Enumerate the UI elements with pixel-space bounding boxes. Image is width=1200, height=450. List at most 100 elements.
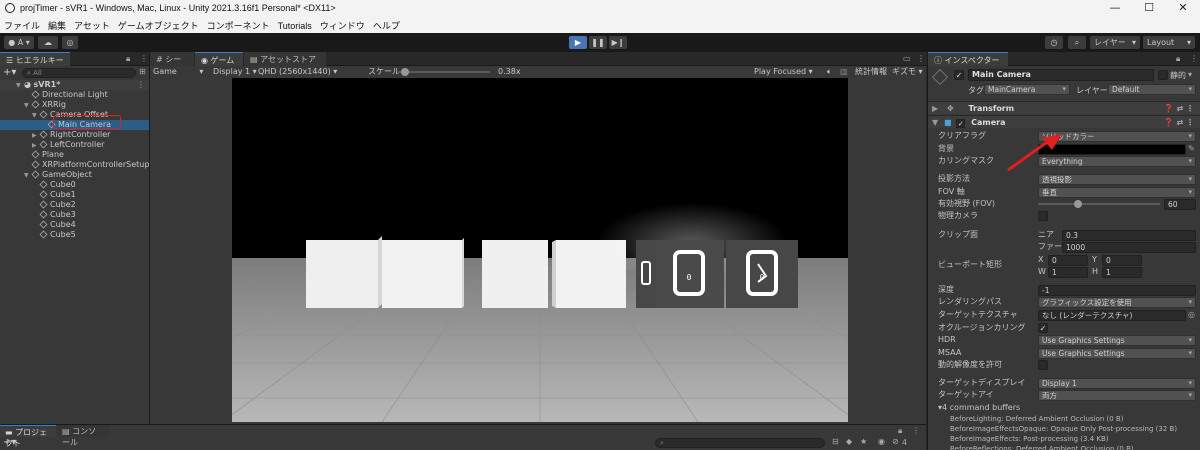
physical-camera-checkbox[interactable]	[1038, 211, 1048, 221]
stats-button[interactable]: 統計情報	[855, 66, 887, 78]
tab-asset-store[interactable]: ▤ アセットストア	[244, 52, 326, 66]
static-dropdown-icon[interactable]: ▾	[1188, 70, 1192, 79]
dynamic-res-checkbox[interactable]	[1038, 360, 1048, 370]
hierarchy-search-input[interactable]: ⌕ All	[22, 68, 136, 78]
vp-h-field[interactable]: 1	[1102, 267, 1142, 278]
object-name-field[interactable]: Main Camera	[968, 69, 1154, 81]
render-path-dropdown[interactable]: グラフィックス設定を使用	[1038, 297, 1196, 308]
favorite-icon[interactable]: ★	[860, 437, 867, 446]
pause-button[interactable]: ❚❚	[589, 36, 607, 49]
game-options-icon[interactable]: ⋮	[917, 54, 925, 63]
cloud-icon[interactable]: ☁	[38, 36, 58, 49]
menu-gameobject[interactable]: ゲームオブジェクト	[114, 17, 203, 32]
hierarchy-item[interactable]: Cube5	[0, 230, 149, 240]
close-button[interactable]: ✕	[1166, 0, 1200, 17]
near-field[interactable]: 0.3	[1062, 230, 1196, 241]
tag-dropdown[interactable]: MainCamera	[984, 84, 1070, 95]
scale-slider-track[interactable]	[398, 71, 490, 73]
hierarchy-item[interactable]: Cube0	[0, 180, 149, 190]
play-focused-dropdown[interactable]: Play Focused ▾	[754, 66, 813, 78]
filter-label-icon[interactable]: ◆	[846, 437, 852, 446]
history-icon[interactable]: ◷	[1045, 36, 1063, 49]
hierarchy-item[interactable]: ▶ LeftController	[0, 140, 149, 150]
minimize-button[interactable]: —	[1098, 0, 1132, 17]
step-button[interactable]: ▶❙	[609, 36, 627, 49]
play-button[interactable]: ▶	[569, 36, 587, 49]
add-icon[interactable]: +▾	[3, 67, 16, 78]
command-buffers-header[interactable]: ▾4 command buffers	[938, 402, 1198, 414]
gizmos-button[interactable]: ギズモ ▾	[892, 66, 923, 78]
transform-menu-icons[interactable]: ❓ ⇄ ⋮	[1164, 102, 1194, 115]
layer-dropdown[interactable]: Default	[1108, 84, 1196, 95]
tab-inspector[interactable]: ⓘ インスペクター	[928, 52, 1008, 66]
fov-slider-thumb[interactable]	[1074, 200, 1083, 208]
inspector-lock-icon[interactable]: 🔒︎	[1176, 54, 1180, 64]
search-icon[interactable]: ⌕	[1068, 36, 1086, 49]
active-checkbox[interactable]: ✓	[954, 70, 964, 80]
menu-tutorials[interactable]: Tutorials	[274, 19, 316, 31]
account-button[interactable]: ● A ▾	[4, 36, 34, 49]
menu-component[interactable]: コンポーネント	[203, 17, 274, 32]
resolution-dropdown[interactable]: QHD (2560x1440) ▾	[258, 66, 337, 78]
transform-header[interactable]: ▶ ✥ Transform ❓ ⇄ ⋮	[928, 101, 1200, 114]
layout-dropdown[interactable]: Layout ▾	[1143, 36, 1195, 49]
hierarchy-item[interactable]: ▼ XRRig	[0, 100, 149, 110]
hierarchy-item[interactable]: Directional Light	[0, 90, 149, 100]
target-eye-dropdown[interactable]: 両方	[1038, 390, 1196, 401]
fov-axis-dropdown[interactable]: 垂直	[1038, 187, 1196, 198]
menu-assets[interactable]: アセット	[70, 17, 114, 32]
scale-slider-thumb[interactable]	[401, 68, 410, 76]
target-texture-field[interactable]: なし (レンダーテクスチャ)	[1038, 310, 1186, 321]
tab-game[interactable]: ◉ ゲーム	[195, 52, 243, 66]
menu-file[interactable]: ファイル	[0, 17, 44, 32]
create-button[interactable]: +▾	[3, 437, 16, 448]
hierarchy-item[interactable]: Cube4	[0, 220, 149, 230]
hidden-packages-icon[interactable]: ◉	[878, 437, 885, 446]
tab-console[interactable]: ▤ コンソール	[57, 425, 109, 447]
scene-options-icon[interactable]: ⋮	[137, 80, 145, 90]
game-viewport[interactable]: 0 0	[232, 78, 848, 422]
bottom-options-icon[interactable]: ⋮	[912, 426, 920, 435]
hierarchy-item[interactable]: Cube2	[0, 200, 149, 210]
hierarchy-item[interactable]: XRPlatformControllerSetup	[0, 160, 149, 170]
depth-field[interactable]: -1	[1038, 285, 1196, 296]
hdr-dropdown[interactable]: Use Graphics Settings	[1038, 335, 1196, 346]
maximize-button[interactable]: ☐	[1132, 0, 1166, 17]
target-display-dropdown[interactable]: Display 1	[1038, 378, 1196, 389]
hierarchy-item[interactable]: ▶ RightController	[0, 130, 149, 140]
camera-enabled-checkbox[interactable]: ✓	[956, 119, 966, 128]
object-picker-icon[interactable]: ◎	[1188, 309, 1195, 321]
msaa-dropdown[interactable]: Use Graphics Settings	[1038, 348, 1196, 359]
camera-header[interactable]: ▼ ■ ✓ Camera ❓ ⇄ ⋮	[928, 115, 1200, 128]
inspector-options-icon[interactable]: ⋮	[1190, 54, 1198, 63]
filter-type-icon[interactable]: ⊟	[832, 437, 839, 446]
far-field[interactable]: 1000	[1062, 242, 1196, 253]
hierarchy-item[interactable]: ▼ GameObject	[0, 170, 149, 180]
hierarchy-item[interactable]: Cube1	[0, 190, 149, 200]
more-options-icon[interactable]: ⋮	[140, 54, 148, 63]
layers-dropdown[interactable]: レイヤー ▾	[1090, 36, 1140, 49]
lock-icon[interactable]: 🔒︎	[126, 54, 130, 64]
fov-slider-track[interactable]	[1038, 203, 1160, 205]
menu-edit[interactable]: 編集	[44, 17, 70, 32]
hierarchy-item[interactable]: Cube3	[0, 210, 149, 220]
hierarchy-item[interactable]: Plane	[0, 150, 149, 160]
collab-icon[interactable]: ◎	[62, 36, 78, 49]
menu-window[interactable]: ウィンドウ	[316, 17, 369, 32]
maximize-panel-icon[interactable]: ▭	[903, 54, 911, 63]
occlusion-checkbox[interactable]: ✓	[1038, 323, 1048, 333]
tab-hierarchy[interactable]: ☰ ヒエラルキー	[0, 52, 70, 66]
projection-dropdown[interactable]: 透視投影	[1038, 174, 1196, 185]
project-search-input[interactable]: ⌕	[655, 438, 825, 448]
vp-w-field[interactable]: 1	[1048, 267, 1088, 278]
bottom-lock-icon[interactable]: 🔒︎	[898, 426, 902, 436]
tab-scene[interactable]: # シーン	[150, 52, 194, 75]
fov-value-field[interactable]: 60	[1164, 199, 1196, 210]
mute-icon[interactable]: 🔈︎	[827, 66, 832, 78]
static-checkbox[interactable]	[1158, 70, 1168, 80]
vp-x-field[interactable]: 0	[1048, 255, 1088, 266]
tab-project[interactable]: ▬ プロジェクト	[0, 425, 56, 448]
display-dropdown[interactable]: Display 1 ▾	[213, 66, 257, 78]
eyedropper-icon[interactable]: ✎	[1188, 143, 1195, 155]
scene-row[interactable]: ▼ ◕ sVR1* ⋮	[0, 80, 149, 90]
